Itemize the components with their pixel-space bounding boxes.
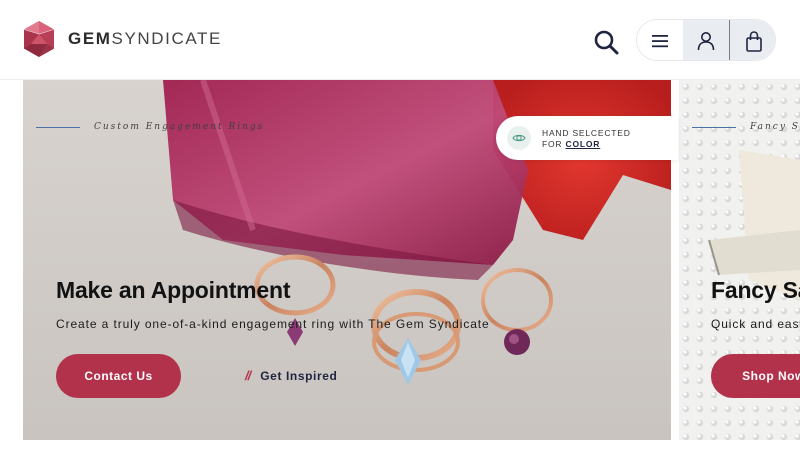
slide-eyebrow: Custom Engagement Rings	[94, 122, 265, 132]
shopping-bag-icon	[745, 30, 762, 52]
slide-title: Make an Appointment	[56, 277, 291, 303]
hamburger-menu-icon	[652, 35, 668, 48]
account-button[interactable]	[683, 20, 729, 60]
badge-line2: FOR COLOR	[542, 139, 600, 149]
get-inspired-link[interactable]: // Get Inspired	[245, 368, 337, 383]
user-icon	[697, 32, 715, 51]
cart-button[interactable]	[729, 20, 775, 60]
hand-selected-badge: HAND SELCECTED FOR COLOR	[496, 116, 678, 160]
gem-eye-icon	[507, 126, 531, 150]
contact-us-button[interactable]: Contact Us	[56, 354, 181, 398]
next-slide-eyebrow: Fancy Sapphires	[750, 122, 800, 132]
nav-pill	[636, 19, 776, 61]
slide-subtitle: Create a truly one-of-a-kind engagement …	[56, 317, 490, 331]
badge-line1: HAND SELCECTED	[542, 128, 631, 138]
logo[interactable]: GEMSYNDICATE	[22, 20, 222, 58]
search-button[interactable]	[592, 28, 622, 56]
next-slide-title: Fancy Sapphires	[711, 277, 800, 303]
logo-text-bold: GEM	[68, 29, 112, 48]
site-header: GEMSYNDICATE	[0, 0, 800, 80]
link-slash-mark: //	[245, 368, 251, 383]
next-eyebrow-line	[692, 127, 736, 128]
shop-now-button[interactable]: Shop Now	[711, 354, 800, 398]
menu-button[interactable]	[637, 20, 683, 60]
gem-logo-icon	[23, 21, 55, 57]
search-icon	[594, 30, 619, 55]
eyebrow-line	[36, 127, 80, 128]
get-inspired-label: Get Inspired	[260, 368, 338, 383]
badge-line2-prefix: FOR	[542, 139, 566, 149]
logo-wordmark: GEMSYNDICATE	[68, 29, 222, 49]
next-slide-subtitle: Quick and easy	[711, 317, 800, 331]
badge-accent: COLOR	[565, 139, 601, 149]
next-slide: Fancy Sapphires Fancy Sapphires Quick an…	[679, 80, 800, 440]
logo-text-light: SYNDICATE	[111, 29, 222, 48]
